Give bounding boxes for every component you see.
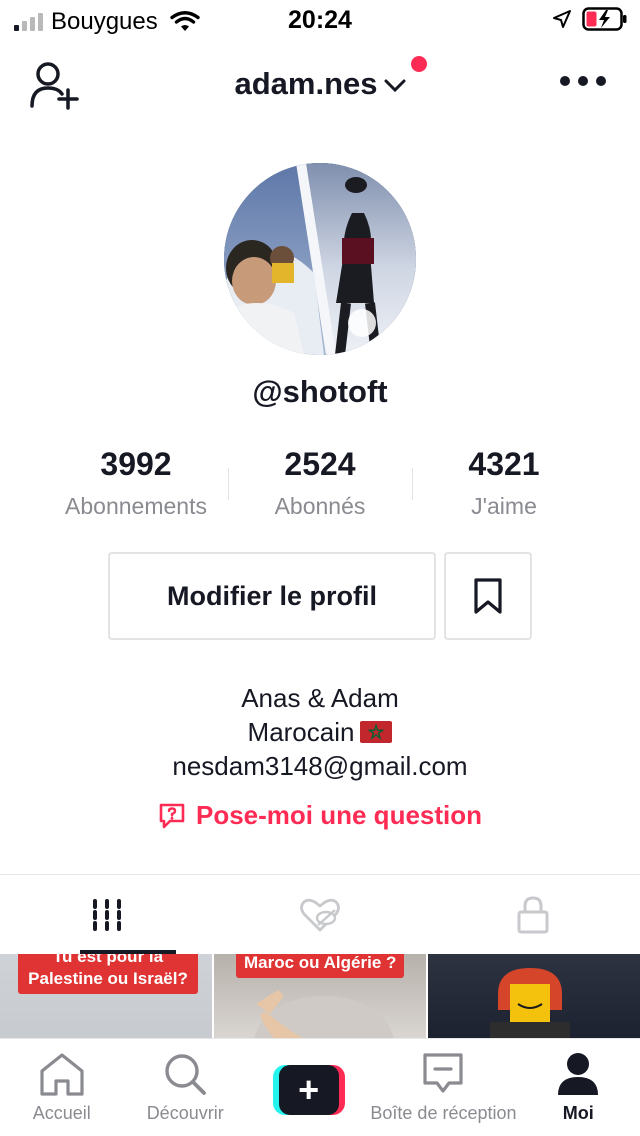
account-name: adam.nes (234, 66, 378, 101)
chevron-down-icon (384, 79, 405, 92)
morocco-flag-icon (360, 721, 393, 743)
nav-inbox[interactable]: Boîte de réception (370, 1039, 517, 1136)
video-thumbnail[interactable] (428, 954, 640, 1038)
stat-label: Abonnés (274, 493, 366, 519)
battery-charging-icon (582, 7, 627, 31)
status-bar: Bouygues 20:24 (0, 0, 640, 40)
nav-discover[interactable]: Découvrir (123, 1039, 246, 1136)
status-time: 20:24 (288, 6, 352, 34)
profile-header: adam.nes (0, 50, 640, 120)
bookmark-icon (474, 578, 502, 614)
video-preview-image (254, 990, 394, 1038)
profile-icon (558, 1053, 599, 1095)
stat-following[interactable]: 3992 Abonnements (44, 446, 228, 526)
bottom-nav: Accueil Découvrir + Boîte de réception M… (0, 1038, 640, 1136)
video-caption: Tu est pour la Palestine ou Israël? (18, 954, 198, 994)
stat-divider (228, 468, 229, 500)
videos-grid-icon (92, 898, 121, 931)
nav-label: Moi (562, 1103, 594, 1123)
search-icon (165, 1054, 207, 1095)
nav-profile[interactable]: Moi (517, 1039, 640, 1136)
stat-label: Abonnements (65, 493, 207, 519)
tab-videos[interactable] (0, 875, 213, 954)
home-icon (40, 1053, 84, 1096)
video-grid: Tu est pour la Palestine ou Israël? Maro… (0, 954, 640, 1038)
bio-line: nesdam3148@gmail.com (172, 751, 468, 781)
account-switcher[interactable]: adam.nes (0, 66, 640, 102)
lock-icon (517, 895, 549, 933)
stat-divider (412, 468, 413, 500)
notification-dot (411, 56, 427, 72)
ask-question-link[interactable]: Pose-moi une question (0, 800, 640, 831)
video-thumbnail[interactable]: Maroc ou Algérie ? (214, 954, 426, 1038)
nav-home[interactable]: Accueil (0, 1039, 123, 1136)
stat-label: J'aime (471, 493, 537, 519)
stat-value: 4321 (468, 446, 540, 482)
profile-handle: @shotoft (252, 374, 388, 409)
location-arrow-icon (553, 10, 571, 28)
stat-value: 3992 (100, 446, 172, 482)
question-bubble-icon (159, 803, 185, 828)
edit-profile-button[interactable]: Modifier le profil (108, 552, 436, 640)
nav-create[interactable]: + (247, 1039, 370, 1136)
stat-followers[interactable]: 2524 Abonnés (228, 446, 412, 526)
nav-label: Boîte de réception (370, 1103, 517, 1123)
avatar[interactable] (224, 163, 416, 355)
favorites-button[interactable] (444, 552, 532, 640)
question-link-label: Pose-moi une question (195, 800, 483, 830)
avatar-image (224, 163, 416, 355)
nav-label: Accueil (32, 1103, 91, 1123)
liked-hidden-icon (300, 898, 340, 931)
tab-liked[interactable] (213, 875, 426, 954)
video-preview-image (490, 968, 570, 1038)
content-tabs (0, 874, 640, 954)
stat-value: 2524 (284, 446, 356, 482)
bio-line: Anas & Adam (241, 683, 399, 713)
nav-label: Découvrir (146, 1103, 224, 1123)
more-icon[interactable] (560, 76, 606, 86)
tab-private[interactable] (427, 875, 640, 954)
bio-line: Marocain (247, 717, 355, 747)
profile-stats: 3992 Abonnements 2524 Abonnés 4321 J'aim… (44, 446, 596, 526)
bio-line-with-flag: Marocain (0, 715, 640, 749)
video-thumbnail[interactable]: Tu est pour la Palestine ou Israël? (0, 954, 212, 1038)
bio: Anas & Adam Marocain nesdam3148@gmail.co… (0, 681, 640, 783)
stat-likes[interactable]: 4321 J'aime (412, 446, 596, 526)
create-icon: + (272, 1065, 345, 1115)
inbox-icon (423, 1053, 464, 1093)
